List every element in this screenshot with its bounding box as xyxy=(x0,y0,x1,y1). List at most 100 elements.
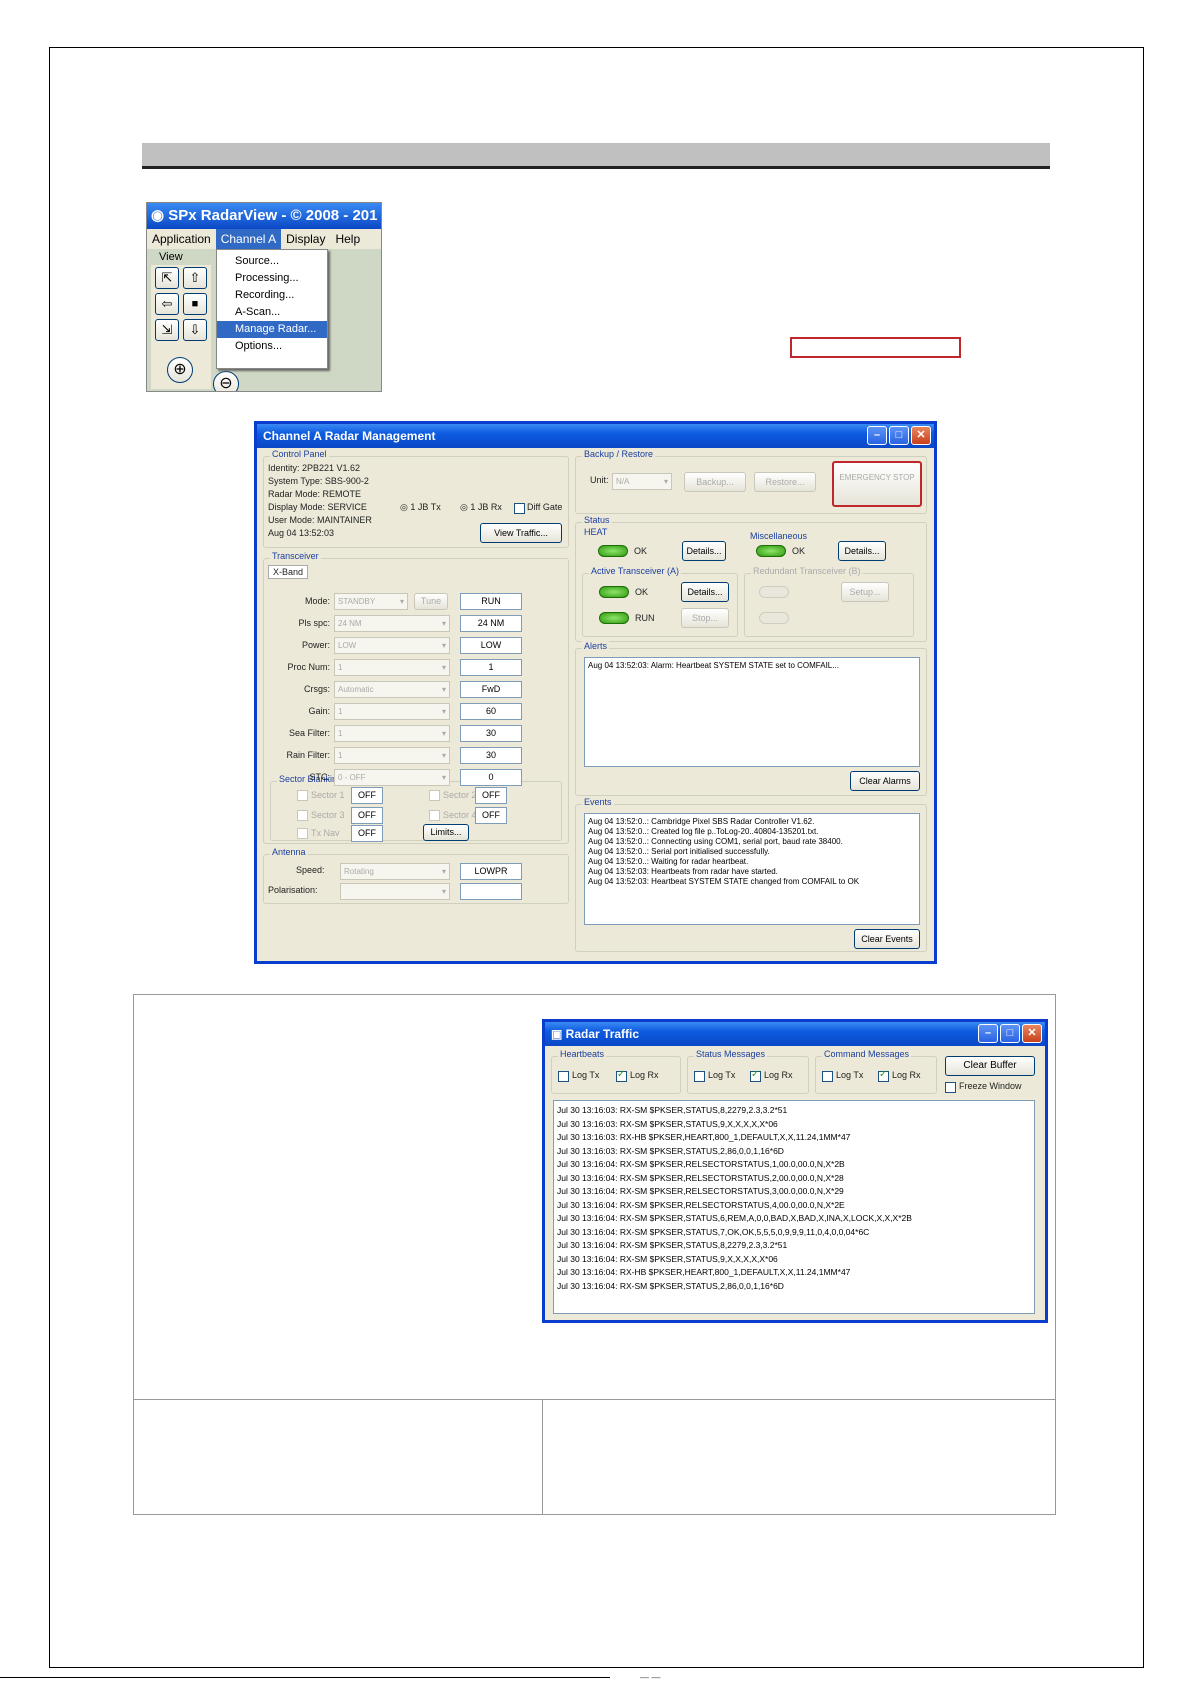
sector-2-checkbox[interactable] xyxy=(429,790,440,801)
maximize-icon[interactable]: □ xyxy=(889,426,909,445)
zoom-in-icon[interactable]: ⊕ xyxy=(167,357,193,383)
transceiver-row-select[interactable]: LOW xyxy=(334,637,450,654)
sm-log-rx-checkbox[interactable] xyxy=(750,1069,761,1082)
traffic-log[interactable]: Jul 30 13:16:03: RX-SM $PKSER,STATUS,8,2… xyxy=(553,1100,1035,1314)
close-icon[interactable]: ✕ xyxy=(911,426,931,445)
misc-details-button[interactable]: Details... xyxy=(838,541,886,561)
radio-rx[interactable]: ◎ 1 JB Rx xyxy=(460,502,502,513)
heartbeat-details-button[interactable]: Details... xyxy=(682,541,726,561)
diff-gate-checkbox[interactable] xyxy=(514,503,525,514)
maximize-icon[interactable]: □ xyxy=(1000,1024,1020,1043)
emergency-stop-button[interactable]: EMERGENCY STOP xyxy=(832,461,922,507)
close-icon[interactable]: ✕ xyxy=(1022,1024,1042,1043)
sector-4-label: Sector 4 xyxy=(443,810,477,820)
traffic-line: Jul 30 13:16:03: RX-SM $PKSER,STATUS,9,X… xyxy=(557,1118,778,1129)
traffic-titlebar: ▣ Radar Traffic – □ ✕ xyxy=(545,1022,1045,1046)
polarisation-value xyxy=(460,883,522,900)
cm-log-rx-checkbox[interactable] xyxy=(878,1069,889,1082)
transceiver-row-label: Gain: xyxy=(308,706,330,716)
display-mode-text: Display Mode: SERVICE xyxy=(268,502,367,512)
menu-application[interactable]: Application xyxy=(147,229,216,249)
menu-item-processing[interactable]: Processing... xyxy=(217,270,327,287)
minimize-icon[interactable]: – xyxy=(867,426,887,445)
stop-button[interactable]: Stop... xyxy=(681,608,729,628)
sector-1-value: OFF xyxy=(351,787,383,804)
alerts-title: Alerts xyxy=(582,641,610,651)
traffic-line: Jul 30 13:16:04: RX-SM $PKSER,RELSECTORS… xyxy=(557,1186,844,1196)
speed-select[interactable]: Rotating xyxy=(340,863,450,880)
pan-up-left-icon[interactable]: ⇱ xyxy=(155,267,179,289)
transceiver-row-select[interactable]: 1 xyxy=(334,703,450,720)
status-messages-group: Status Messages Log Tx Log Rx xyxy=(687,1049,809,1094)
transceiver-row-select[interactable]: 0 - OFF xyxy=(334,769,450,786)
active-transceiver-group: Active Transceiver (A) OK Details... RUN… xyxy=(582,566,738,637)
pan-up-icon[interactable]: ⇧ xyxy=(183,267,207,289)
identity-text: Identity: 2PB221 V1.62 xyxy=(268,463,361,473)
antenna-group: Antenna Speed: Rotating LOWPR Polarisati… xyxy=(263,847,569,904)
alerts-log[interactable]: Aug 04 13:52:03: Alarm: Heartbeat SYSTEM… xyxy=(584,657,920,767)
view-toolbar: ⇱ ⇧ ⇦ ■ ⇲ ⇩ ⊕ xyxy=(151,265,211,389)
hb-log-rx-checkbox[interactable] xyxy=(616,1069,627,1082)
traffic-line: Jul 30 13:16:03: RX-SM $PKSER,STATUS,2,8… xyxy=(557,1145,784,1156)
menu-item-a-scan[interactable]: A-Scan... xyxy=(217,304,327,321)
sm-log-tx-checkbox[interactable] xyxy=(694,1071,705,1082)
transceiver-row-select[interactable]: 1 xyxy=(334,747,450,764)
menu-item-manage-radar[interactable]: Manage Radar... xyxy=(217,321,327,338)
transceiver-row-select[interactable]: 1 xyxy=(334,725,450,742)
limits-button[interactable]: Limits... xyxy=(423,824,469,841)
menu-item-recording[interactable]: Recording... xyxy=(217,287,327,304)
freeze-window-checkbox[interactable] xyxy=(945,1082,956,1093)
pan-down-icon[interactable]: ⇩ xyxy=(183,319,207,341)
transceiver-row-select[interactable]: 24 NM xyxy=(334,615,450,632)
clear-events-button[interactable]: Clear Events xyxy=(854,929,920,949)
clear-alarms-button[interactable]: Clear Alarms xyxy=(850,771,920,791)
sector-1-checkbox[interactable] xyxy=(297,790,308,801)
redundant-led-1 xyxy=(759,586,789,598)
speed-label: Speed: xyxy=(296,865,325,875)
transceiver-row-select[interactable]: Automatic xyxy=(334,681,450,698)
backup-restore-group: Backup / Restore Unit: N/A Backup... Res… xyxy=(575,449,927,514)
diff-gate-label: Diff Gate xyxy=(527,502,563,512)
setup-button[interactable]: Setup... xyxy=(841,582,889,602)
traffic-line: Jul 30 13:16:04: RX-SM $PKSER,STATUS,9,X… xyxy=(557,1253,778,1264)
tx-nav-value: OFF xyxy=(351,825,383,842)
transceiver-row-select[interactable]: 1 xyxy=(334,659,450,676)
menu-item-options[interactable]: Options... xyxy=(217,338,327,355)
sector-4-checkbox[interactable] xyxy=(429,810,440,821)
sector-2-value: OFF xyxy=(475,787,507,804)
channel-a-dropdown: Source... Processing... Recording... A-S… xyxy=(216,249,328,369)
tab-x-band[interactable]: X-Band xyxy=(268,565,309,579)
active-details-button[interactable]: Details... xyxy=(681,582,729,602)
clear-buffer-button[interactable]: Clear Buffer xyxy=(945,1056,1035,1076)
traffic-line: Jul 30 13:16:04: RX-SM $PKSER,STATUS,6,R… xyxy=(557,1213,912,1223)
tx-nav-checkbox[interactable] xyxy=(297,828,308,839)
status-title: Status xyxy=(582,515,612,525)
backup-button[interactable]: Backup... xyxy=(684,472,746,492)
pan-left-icon[interactable]: ⇦ xyxy=(155,293,179,315)
polarisation-select[interactable] xyxy=(340,883,450,900)
transceiver-row-select[interactable]: STANDBY xyxy=(334,593,408,610)
mgmt-titlebar: Channel A Radar Management – □ ✕ xyxy=(257,424,934,448)
transceiver-row-value: 60 xyxy=(460,703,522,720)
sector-3-checkbox[interactable] xyxy=(297,810,308,821)
restore-button[interactable]: Restore... xyxy=(754,472,816,492)
tune-button[interactable]: Tune xyxy=(414,593,448,610)
hb-log-tx-checkbox[interactable] xyxy=(558,1071,569,1082)
unit-select[interactable]: N/A xyxy=(612,473,672,490)
radio-tx[interactable]: ◎ 1 JB Tx xyxy=(400,502,441,513)
zoom-out-icon[interactable]: ⊖ xyxy=(213,371,239,391)
menu-bar: Application Channel A Display Help xyxy=(147,229,381,249)
menu-display[interactable]: Display xyxy=(281,229,330,249)
table-col-divider xyxy=(542,1399,543,1514)
pan-down-left-icon[interactable]: ⇲ xyxy=(155,319,179,341)
menu-help[interactable]: Help xyxy=(330,229,365,249)
center-icon[interactable]: ■ xyxy=(183,293,207,315)
menu-channel-a[interactable]: Channel A xyxy=(215,229,282,249)
cm-log-tx-checkbox[interactable] xyxy=(822,1071,833,1082)
view-traffic-button[interactable]: View Traffic... xyxy=(480,523,562,543)
events-log[interactable]: Aug 04 13:52:0..: Cambridge Pixel SBS Ra… xyxy=(584,813,920,925)
menu-item-source[interactable]: Source... xyxy=(217,253,327,270)
transceiver-group: Transceiver X-Band Tune Sector Blanking … xyxy=(263,551,569,844)
active-ok-led xyxy=(599,586,629,598)
minimize-icon[interactable]: – xyxy=(978,1024,998,1043)
